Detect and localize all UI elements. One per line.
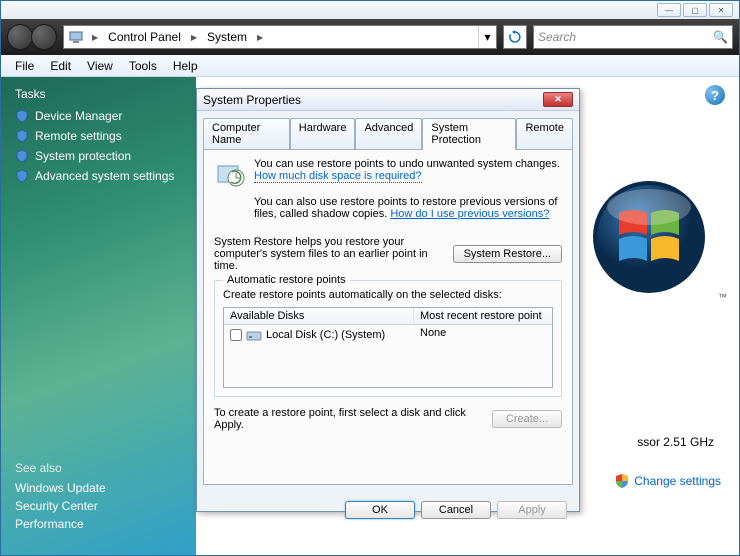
breadcrumb-separator: ▶ <box>187 33 201 42</box>
nav-toolbar: ▶ Control Panel ▶ System ▶ ▾ Search 🔍 <box>1 19 739 55</box>
intro-text-1: You can use restore points to undo unwan… <box>254 158 562 190</box>
shield-icon <box>15 129 29 143</box>
see-also-security-center[interactable]: Security Center <box>15 499 106 513</box>
menu-view[interactable]: View <box>79 59 121 73</box>
change-settings-text: Change settings <box>634 474 721 488</box>
previous-versions-link[interactable]: How do I use previous versions? <box>390 208 549 220</box>
automatic-restore-group: Automatic restore points Create restore … <box>214 280 562 397</box>
system-restore-button[interactable]: System Restore... <box>453 245 562 263</box>
tab-computer-name[interactable]: Computer Name <box>203 118 290 150</box>
forward-button[interactable] <box>31 24 57 50</box>
tab-remote[interactable]: Remote <box>516 118 573 150</box>
shield-icon <box>15 169 29 183</box>
tab-advanced[interactable]: Advanced <box>355 118 422 150</box>
shield-icon <box>15 109 29 123</box>
dialog-titlebar[interactable]: System Properties ✕ <box>197 89 579 111</box>
help-icon[interactable]: ? <box>705 85 725 105</box>
menu-edit[interactable]: Edit <box>42 59 79 73</box>
tasks-sidebar: Tasks Device Manager Remote settings Sys… <box>1 77 196 555</box>
cancel-button[interactable]: Cancel <box>421 501 491 519</box>
address-bar[interactable]: ▶ Control Panel ▶ System ▶ ▾ <box>63 25 497 49</box>
menu-help[interactable]: Help <box>165 59 206 73</box>
table-row[interactable]: Local Disk (C:) (System) None <box>224 325 552 387</box>
search-input[interactable]: Search 🔍 <box>533 25 733 49</box>
see-also-section: See also Windows Update Security Center … <box>15 457 106 535</box>
task-remote-settings[interactable]: Remote settings <box>15 129 182 143</box>
dialog-close-button[interactable]: ✕ <box>543 92 573 107</box>
processor-spec: ssor 2.51 GHz <box>637 435 714 449</box>
tab-hardware[interactable]: Hardware <box>290 118 356 150</box>
refresh-button[interactable] <box>503 25 527 49</box>
search-placeholder: Search <box>538 30 576 44</box>
restore-icon <box>214 158 246 190</box>
tab-panel: You can use restore points to undo unwan… <box>203 149 573 485</box>
address-dropdown[interactable]: ▾ <box>478 26 496 48</box>
group-description: Create restore points automatically on t… <box>223 289 553 301</box>
restore-point-value: None <box>420 327 546 339</box>
shield-icon <box>614 473 630 489</box>
shield-icon <box>15 149 29 163</box>
see-also-performance[interactable]: Performance <box>15 517 106 531</box>
apply-button: Apply <box>497 501 567 519</box>
create-button: Create... <box>492 410 562 428</box>
search-icon: 🔍 <box>713 30 728 44</box>
breadcrumb-separator: ▶ <box>253 33 267 42</box>
close-button[interactable]: ✕ <box>709 3 733 17</box>
see-also-windows-update[interactable]: Windows Update <box>15 481 106 495</box>
menu-bar: File Edit View Tools Help <box>1 55 739 77</box>
disks-table: Available Disks Most recent restore poin… <box>223 307 553 388</box>
dialog-tabs: Computer Name Hardware Advanced System P… <box>197 111 579 149</box>
group-legend: Automatic restore points <box>223 274 350 286</box>
breadcrumb-separator: ▶ <box>88 33 102 42</box>
dialog-title: System Properties <box>203 93 301 107</box>
titlebar: — ▢ ✕ <box>1 1 739 19</box>
disk-space-link[interactable]: How much disk space is required? <box>254 170 422 183</box>
disk-checkbox[interactable] <box>230 329 242 341</box>
tab-system-protection[interactable]: System Protection <box>422 118 516 150</box>
task-label: System protection <box>35 149 131 163</box>
disk-name: Local Disk (C:) (System) <box>266 329 385 341</box>
windows-logo-icon <box>589 177 709 297</box>
create-description: To create a restore point, first select … <box>214 407 492 431</box>
disk-icon <box>246 327 262 343</box>
breadcrumb-system[interactable]: System <box>201 30 253 44</box>
task-system-protection[interactable]: System protection <box>15 149 182 163</box>
dialog-button-row: OK Cancel Apply <box>197 491 579 519</box>
see-also-header: See also <box>15 461 106 475</box>
maximize-button[interactable]: ▢ <box>683 3 707 17</box>
minimize-button[interactable]: — <box>657 3 681 17</box>
intro-text: You can use restore points to undo unwan… <box>254 158 560 170</box>
system-properties-dialog: System Properties ✕ Computer Name Hardwa… <box>196 88 580 512</box>
ok-button[interactable]: OK <box>345 501 415 519</box>
menu-file[interactable]: File <box>7 59 42 73</box>
task-advanced-settings[interactable]: Advanced system settings <box>15 169 182 183</box>
back-button[interactable] <box>7 24 33 50</box>
column-available-disks[interactable]: Available Disks <box>224 308 414 324</box>
change-settings-link[interactable]: Change settings <box>614 473 721 489</box>
intro-text-2: You can also use restore points to resto… <box>254 196 562 228</box>
column-restore-point[interactable]: Most recent restore point <box>414 308 552 324</box>
restore-description: System Restore helps you restore your co… <box>214 236 453 272</box>
task-label: Device Manager <box>35 109 122 123</box>
task-device-manager[interactable]: Device Manager <box>15 109 182 123</box>
breadcrumb-control-panel[interactable]: Control Panel <box>102 30 187 44</box>
trademark-symbol: ™ <box>718 292 727 302</box>
menu-tools[interactable]: Tools <box>121 59 165 73</box>
computer-icon <box>68 29 84 45</box>
tasks-header: Tasks <box>15 87 182 101</box>
task-label: Remote settings <box>35 129 122 143</box>
task-label: Advanced system settings <box>35 169 174 183</box>
